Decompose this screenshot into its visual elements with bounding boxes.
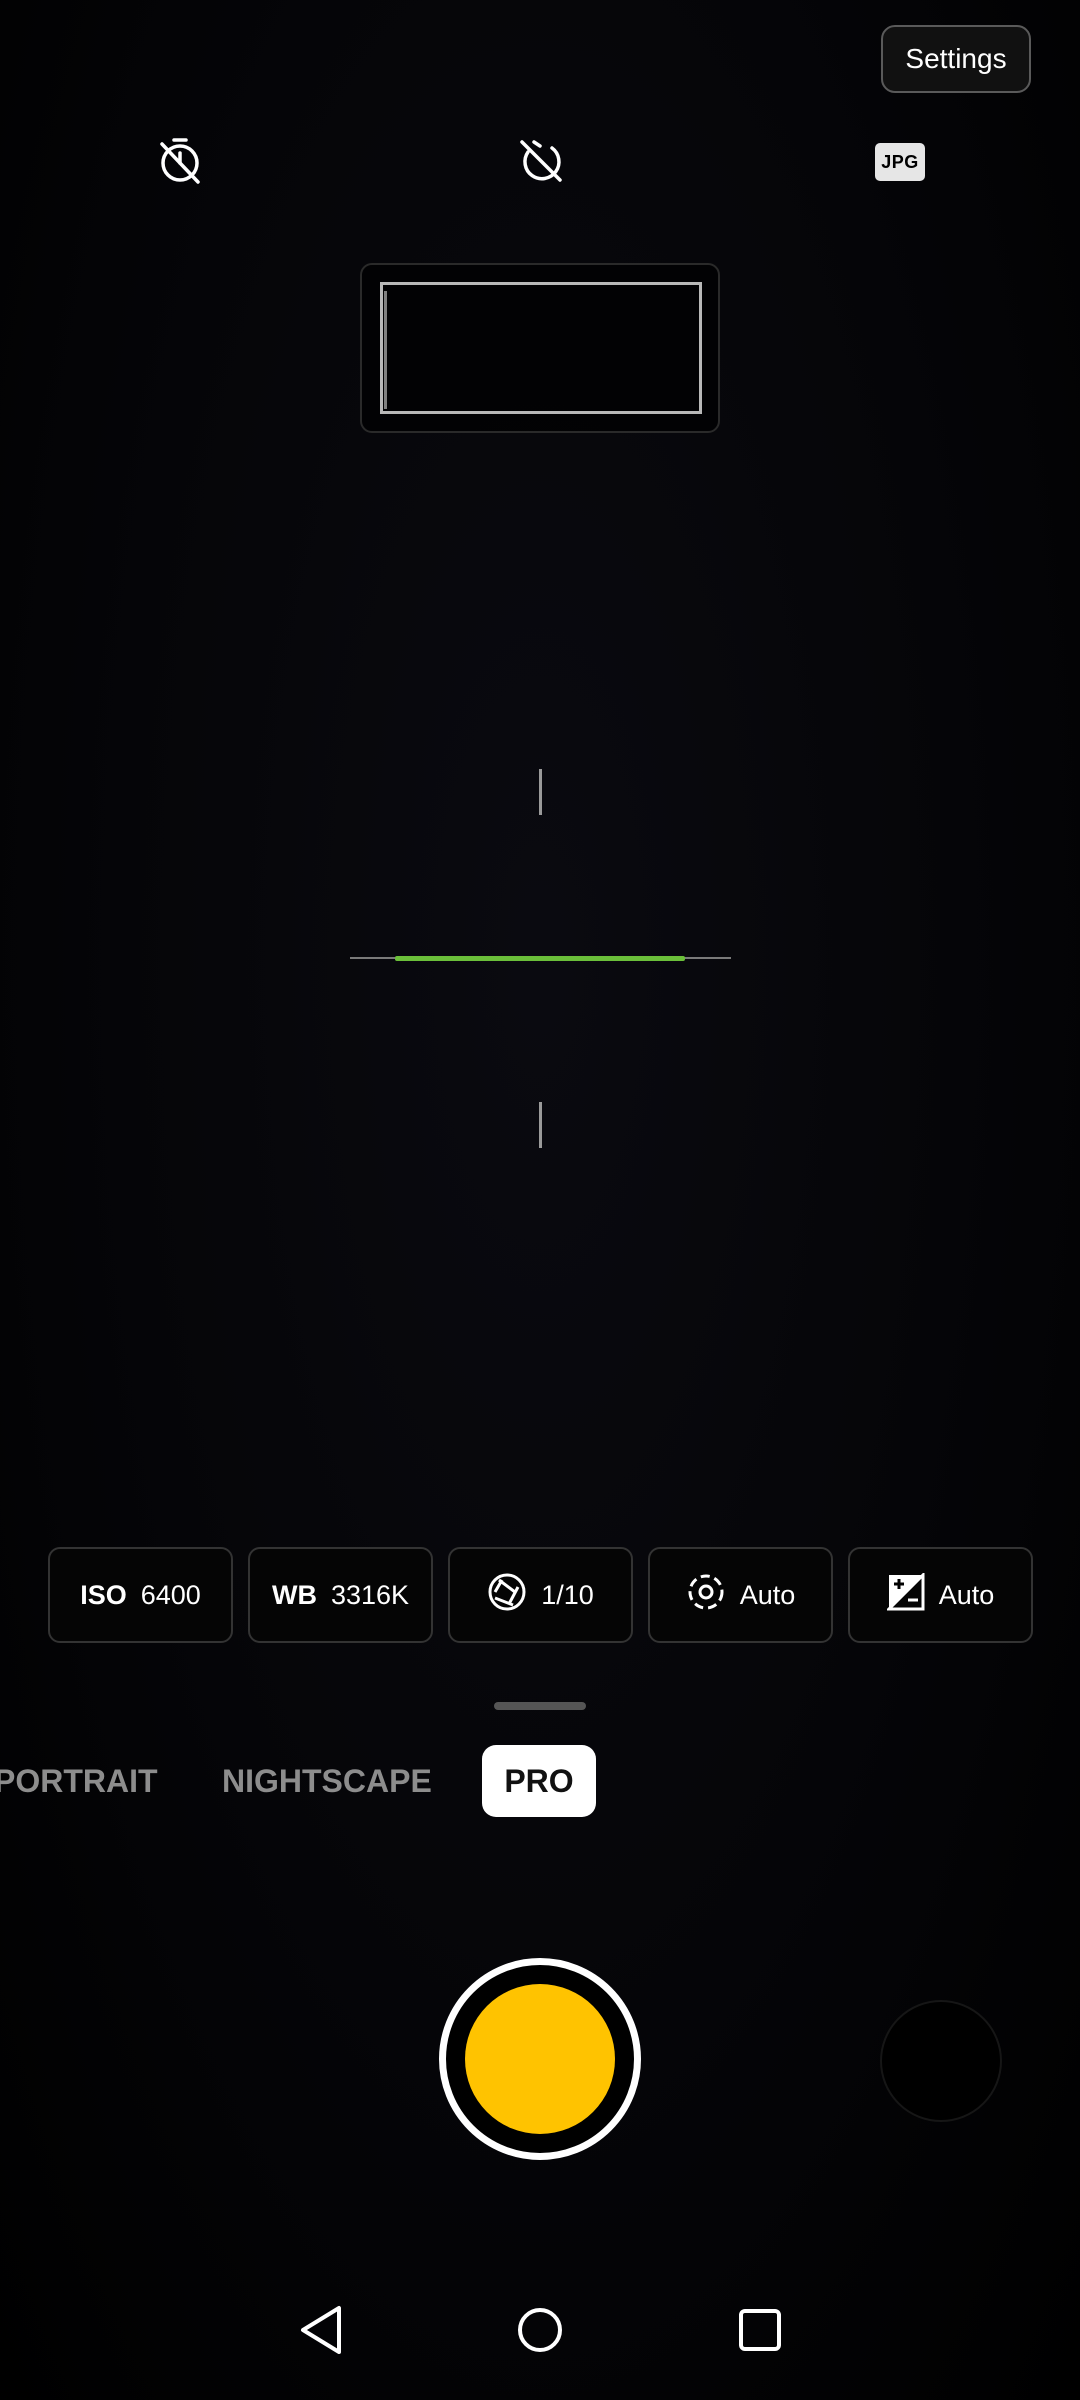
level-bottom-tick [539, 1102, 542, 1148]
home-icon[interactable] [510, 2300, 570, 2360]
jpg-format-icon[interactable]: JPG [875, 143, 925, 181]
shutter-speed-icon [487, 1572, 527, 1619]
focus-icon [686, 1572, 726, 1619]
mode-pro[interactable]: PRO [482, 1745, 596, 1817]
histogram [360, 263, 720, 433]
iso-value: 6400 [140, 1579, 201, 1610]
level-top-tick [539, 769, 542, 815]
recents-icon[interactable] [730, 2300, 790, 2360]
iso-control[interactable]: ISO 6400 [48, 1547, 233, 1643]
shutter-core [465, 1984, 615, 2134]
wb-label: WB [271, 1579, 317, 1610]
settings-button[interactable]: Settings [881, 25, 1031, 93]
level-indicator [395, 956, 685, 961]
histogram-graph [380, 282, 702, 414]
shutter-speed-value: 1/10 [541, 1579, 594, 1610]
exposure-value: Auto [938, 1579, 995, 1610]
mode-portrait[interactable]: PORTRAIT [0, 1745, 158, 1817]
shutter-button[interactable] [439, 1958, 641, 2160]
mode-nightscape[interactable]: NIGHTSCAPE [222, 1745, 432, 1817]
exposure-control[interactable]: Auto [848, 1547, 1033, 1643]
back-icon[interactable] [292, 2300, 352, 2360]
drawer-handle[interactable] [494, 1702, 586, 1710]
timer-off-icon[interactable] [152, 132, 208, 188]
exposure-icon [885, 1570, 925, 1618]
focus-value: Auto [739, 1579, 796, 1610]
motion-off-icon[interactable] [512, 132, 568, 188]
focus-control[interactable]: Auto [648, 1547, 833, 1643]
iso-label: ISO [80, 1579, 127, 1610]
shutter-speed-control[interactable]: 1/10 [448, 1547, 633, 1643]
white-balance-control[interactable]: WB 3316K [248, 1547, 433, 1643]
wb-value: 3316K [330, 1579, 410, 1610]
gallery-thumbnail[interactable] [880, 2000, 1002, 2122]
